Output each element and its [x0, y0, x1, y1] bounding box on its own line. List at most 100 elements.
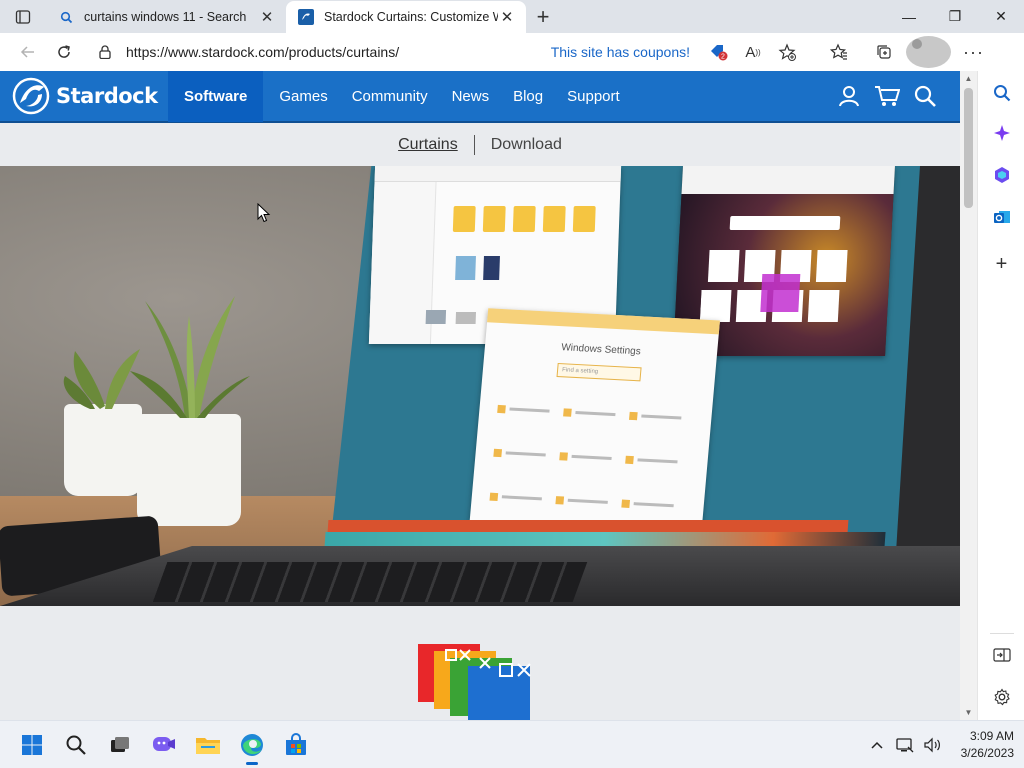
subnav-download-link[interactable]: Download	[475, 136, 578, 154]
favorites-icon	[829, 43, 847, 60]
user-icon[interactable]	[830, 71, 868, 122]
edge-taskbar-button[interactable]	[230, 723, 274, 767]
taskbar-clock[interactable]: 3:09 AM 3/26/2023	[961, 728, 1014, 762]
shopping-tag-icon[interactable]: 2	[702, 43, 736, 61]
stardock-logo-icon	[12, 77, 50, 115]
curtains-product-logo	[418, 644, 542, 720]
lock-icon[interactable]	[96, 45, 114, 59]
nav-news[interactable]: News	[440, 71, 502, 122]
chat-icon	[153, 736, 175, 751]
show-hidden-icons-chevron-up-icon[interactable]	[863, 741, 891, 749]
refresh-icon	[58, 45, 70, 58]
scroll-down-arrow[interactable]: ▼	[960, 705, 977, 720]
laptop-keyboard	[152, 562, 588, 602]
plant-front	[130, 296, 250, 418]
task-view-icon	[111, 736, 129, 752]
system-tray: 3:09 AM 3/26/2023	[863, 721, 1014, 768]
file-explorer-icon	[196, 737, 220, 754]
edge-icon	[241, 733, 263, 756]
nav-games[interactable]: Games	[267, 71, 339, 122]
sidebar-add-icon[interactable]: +	[978, 244, 1024, 284]
tab-actions-button[interactable]	[0, 0, 46, 33]
favorites-button[interactable]	[816, 36, 861, 68]
product-section	[0, 606, 960, 720]
file-explorer-button[interactable]	[186, 723, 230, 767]
url-text[interactable]: https://www.stardock.com/products/curtai…	[126, 44, 551, 60]
settings-menu-button[interactable]: ···	[951, 36, 996, 68]
volume-icon[interactable]	[919, 737, 947, 753]
mouse-cursor-icon	[257, 203, 271, 223]
stardock-logo[interactable]: Stardock	[0, 71, 168, 122]
back-arrow-icon	[20, 46, 34, 58]
read-aloud-icon[interactable]: A))	[736, 44, 770, 61]
logo-text: Stardock	[56, 84, 158, 108]
hero-wave	[324, 532, 886, 548]
tab-stardock[interactable]: Stardock Curtains: Customize Wi ✕	[286, 1, 526, 33]
browser-toolbar: https://www.stardock.com/products/curtai…	[0, 33, 1024, 71]
browser-window: curtains windows 11 - Search ✕ Stardock …	[0, 0, 1024, 768]
windows-taskbar: 3:09 AM 3/26/2023	[0, 720, 1024, 768]
address-bar[interactable]: https://www.stardock.com/products/curtai…	[88, 37, 812, 67]
close-tab-icon[interactable]: ✕	[258, 8, 276, 26]
scroll-thumb[interactable]	[964, 88, 973, 208]
more-icon: ···	[963, 41, 984, 62]
search-icon	[58, 9, 74, 25]
stardock-favicon	[298, 9, 314, 25]
close-window-button[interactable]: ✕	[978, 0, 1024, 33]
sidebar-outlook-icon[interactable]	[978, 197, 1024, 237]
clock-date: 3/26/2023	[960, 746, 1014, 760]
window-controls: — ❐ ✕	[886, 0, 1024, 33]
nav-support[interactable]: Support	[555, 71, 632, 122]
subnav-curtains-link[interactable]: Curtains	[382, 136, 474, 154]
site-header: Stardock Software Games Community News B…	[0, 71, 960, 123]
tab-title: curtains windows 11 - Search	[84, 10, 247, 24]
clock-time: 3:09 AM	[969, 729, 1014, 743]
store-button[interactable]	[274, 723, 318, 767]
taskbar-search-button[interactable]	[54, 723, 98, 767]
sidebar-search-icon[interactable]	[978, 73, 1024, 113]
tab-strip: curtains windows 11 - Search ✕ Stardock …	[0, 0, 1024, 33]
tab-title: Stardock Curtains: Customize Wi	[324, 10, 498, 24]
task-view-button[interactable]	[98, 723, 142, 767]
settings-search-field: Find a setting	[556, 363, 642, 382]
tab-actions-icon	[15, 9, 31, 24]
cart-icon[interactable]	[868, 71, 906, 122]
sidebar-office-icon[interactable]	[978, 155, 1024, 195]
avatar	[906, 36, 951, 68]
hero-image: Windows Settings Find a setting	[0, 166, 960, 606]
page-viewport: Stardock Software Games Community News B…	[0, 71, 960, 720]
start-button[interactable]	[10, 723, 54, 767]
settings-window-title: Windows Settings	[560, 342, 642, 358]
nav-software[interactable]: Software	[168, 71, 264, 122]
nav-blog[interactable]: Blog	[501, 71, 555, 122]
plant-pot-front	[137, 414, 241, 526]
start-icon	[22, 734, 42, 755]
nav-community[interactable]: Community	[340, 71, 440, 122]
profile-button[interactable]	[906, 36, 951, 68]
close-tab-icon[interactable]: ✕	[498, 8, 516, 26]
sidebar-divider	[990, 633, 1014, 634]
minimize-button[interactable]: —	[886, 0, 932, 33]
back-button[interactable]	[10, 36, 46, 68]
hero-laptop-taskbar	[327, 520, 849, 532]
page-scrollbar[interactable]: ▲ ▼	[960, 71, 977, 720]
search-icon	[66, 735, 86, 755]
store-icon	[286, 732, 306, 755]
refresh-button[interactable]	[46, 36, 82, 68]
scroll-up-arrow[interactable]: ▲	[960, 71, 977, 86]
coupons-link[interactable]: This site has coupons!	[551, 44, 690, 60]
restore-button[interactable]: ❐	[932, 0, 978, 33]
network-icon[interactable]	[891, 737, 919, 753]
search-icon[interactable]	[906, 71, 944, 122]
chat-button[interactable]	[142, 723, 186, 767]
add-favorite-icon[interactable]	[770, 43, 804, 61]
coupon-badge: 2	[721, 54, 725, 61]
collections-button[interactable]	[861, 36, 906, 68]
sidebar-copilot-icon[interactable]	[978, 113, 1024, 153]
sidebar-settings-icon[interactable]	[978, 677, 1024, 717]
tab-search[interactable]: curtains windows 11 - Search ✕	[46, 1, 286, 33]
sidebar-split-screen-icon[interactable]	[978, 635, 1024, 675]
new-tab-button[interactable]: +	[526, 1, 560, 33]
hero-settings-window: Windows Settings Find a setting	[468, 308, 720, 552]
window-x-icon	[445, 649, 531, 677]
